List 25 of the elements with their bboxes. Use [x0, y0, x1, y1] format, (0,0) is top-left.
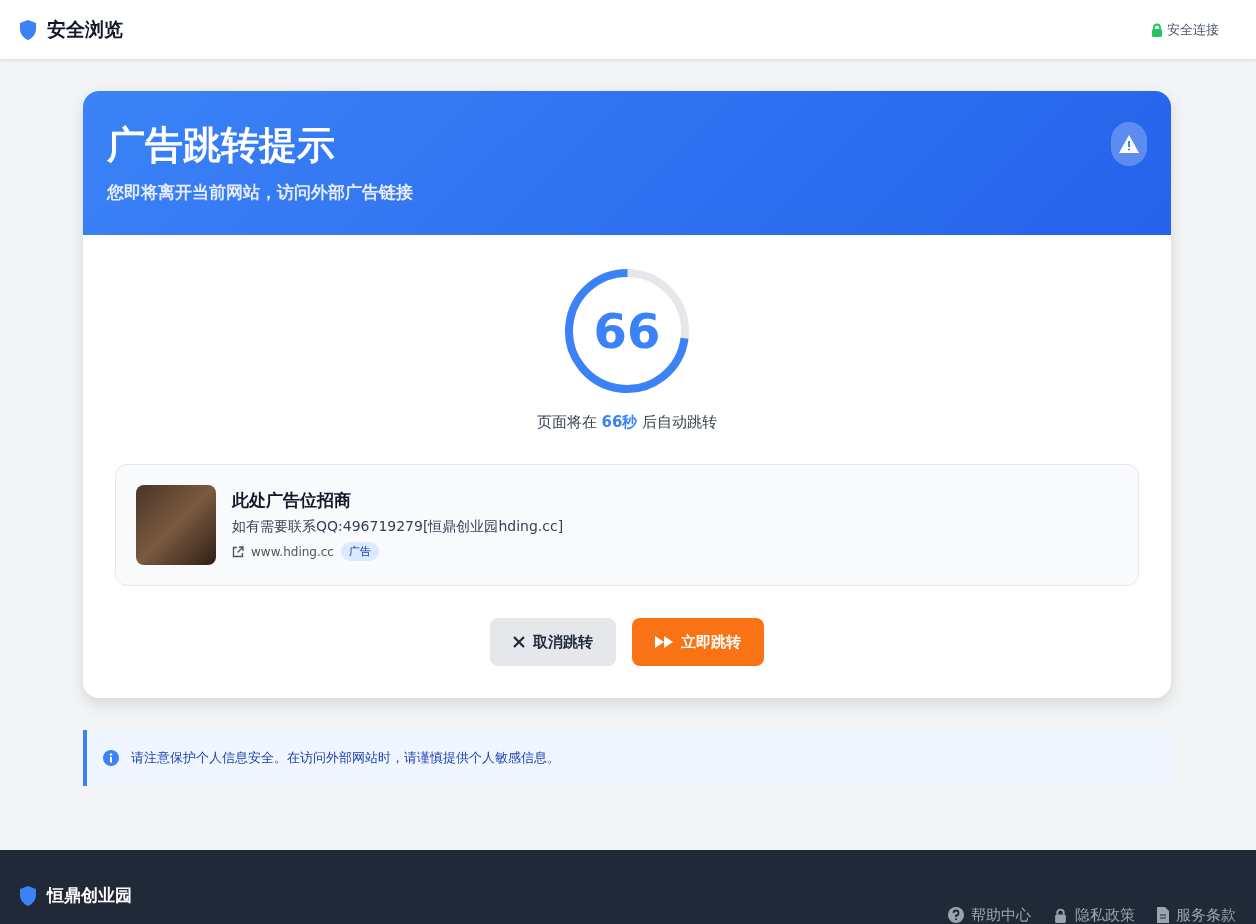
dialog-title: 广告跳转提示 — [107, 125, 336, 167]
shield-icon — [18, 18, 38, 41]
brand-name: 安全浏览 — [47, 16, 123, 42]
cancel-button[interactable]: 取消跳转 — [490, 618, 616, 666]
shield-icon — [18, 884, 38, 907]
dialog-subtitle: 您即将离开当前网站，访问外部广告链接 — [107, 180, 413, 204]
ad-tag: 广告 — [340, 542, 379, 561]
connection-status: 安全连接 — [1167, 20, 1219, 39]
ad-description: 如有需要联系QQ:496719279[恒鼎创业园hding.cc] — [232, 518, 564, 536]
footer-brand: 恒鼎创业园 — [47, 884, 132, 907]
countdown-number: 66 — [593, 303, 661, 359]
lock-icon — [1150, 22, 1164, 37]
footer-link[interactable]: 服务条款 — [1157, 900, 1236, 924]
ad-url[interactable]: www.hding.cc — [251, 544, 334, 559]
external-link-icon — [232, 545, 244, 558]
ad-title: 此处广告位招商 — [232, 489, 352, 512]
footer-link[interactable]: 隐私政策 — [1053, 900, 1135, 924]
info-icon — [103, 750, 119, 766]
notice-text: 请注意保护个人信息安全。在访问外部网站时，请谨慎提供个人敏感信息。 — [131, 749, 560, 767]
fast-forward-icon — [655, 636, 673, 648]
countdown-message: 页面将在 66秒 后自动跳转 — [536, 413, 718, 432]
warning-icon — [1119, 135, 1139, 153]
lock-icon — [1053, 907, 1068, 923]
footer-link[interactable]: 帮助中心 — [948, 900, 1031, 924]
close-icon — [513, 636, 525, 648]
